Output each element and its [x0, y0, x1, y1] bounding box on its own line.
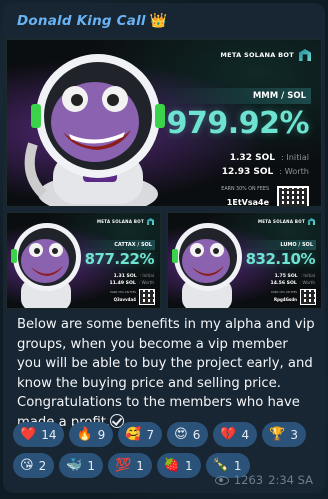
reaction-count: 1 — [185, 458, 193, 473]
reaction-whale[interactable]: 🐳 1 — [59, 453, 104, 478]
initial-label: : Initial — [139, 273, 154, 278]
view-count: 1263 — [233, 473, 264, 487]
crown-icon: 👑 — [149, 13, 168, 29]
hundred-points-icon: 💯 — [115, 458, 132, 473]
media-album[interactable]: META SOLANA BOT MMM / SOL 979.92% 1.32 S… — [6, 39, 322, 309]
message-body: Below are some benefits in my alpha and … — [17, 317, 315, 430]
referral-code: 1EtVsa4e — [226, 198, 269, 207]
reaction-count: 3 — [290, 427, 298, 442]
qr-code-icon — [300, 289, 316, 305]
worth-row: 14.56 SOL : Worth — [271, 280, 316, 286]
initial-value: 1.75 SOL — [274, 274, 298, 279]
broken-heart-icon: 💔 — [220, 427, 237, 442]
referral-code: Q3avv4a4 — [113, 297, 136, 302]
token-pair: CATTAX / SOL — [80, 240, 155, 250]
brand-label: META SOLANA BOT — [257, 219, 305, 224]
worth-label: : Worth — [279, 166, 309, 176]
message-time: 2:34 SA — [268, 473, 313, 487]
brand-label: META SOLANA BOT — [220, 51, 294, 59]
worth-row: 12.93 SOL : Worth — [222, 166, 309, 177]
reaction-count: 2 — [38, 458, 47, 473]
reaction-heart-eyes[interactable]: 😍 6 — [167, 422, 209, 447]
worth-value: 11.49 SOL — [109, 281, 136, 286]
worth-label: : Worth — [299, 280, 315, 285]
profit-percent: 979.92% — [166, 106, 310, 141]
initial-label: : Initial — [300, 273, 315, 278]
message-meta: 1263 2:34 SA — [214, 473, 313, 487]
reaction-fire[interactable]: 🔥 9 — [69, 422, 114, 447]
qr-code-icon — [139, 289, 155, 305]
fire-icon: 🔥 — [76, 427, 93, 442]
reaction-count: 1 — [136, 458, 144, 473]
worth-value: 14.56 SOL — [270, 281, 297, 286]
bot-logo-icon — [308, 218, 315, 225]
worth-label: : Worth — [138, 280, 154, 285]
bot-brand: META SOLANA BOT — [220, 49, 311, 61]
reaction-count: 14 — [41, 427, 57, 442]
reaction-count: 1 — [233, 458, 242, 473]
profit-percent: 832.10% — [245, 250, 316, 268]
reaction-count: 1 — [87, 458, 96, 473]
bot-logo-icon — [147, 218, 154, 225]
initial-row: 1.75 SOL : Initial — [275, 273, 315, 279]
whale-icon: 🐳 — [66, 458, 83, 473]
reaction-trophy[interactable]: 🏆 3 — [262, 422, 306, 447]
reaction-count: 9 — [97, 427, 106, 442]
eye-icon — [214, 475, 229, 485]
initial-value: 1.32 SOL — [229, 153, 275, 163]
smiling-face-hearts-icon: 🥰 — [125, 427, 142, 442]
initial-label: : Initial — [280, 152, 309, 162]
reaction-count: 4 — [241, 427, 250, 442]
reaction-strawberry[interactable]: 🍓 1 — [156, 453, 201, 478]
heart-eyes-icon: 😍 — [174, 427, 188, 442]
sender-name-text: Donald King Call — [17, 13, 146, 29]
astronaut-frog-mascot — [11, 223, 81, 308]
qr-code-icon — [277, 186, 309, 206]
astronaut-frog-mascot — [172, 223, 242, 308]
initial-row: 1.31 SOL : Initial — [114, 273, 154, 279]
reaction-count: 7 — [146, 427, 155, 442]
earn-fees-text: EARN 30% ON FEES — [221, 187, 269, 192]
referral-code: Rpg4Gsdn — [274, 297, 297, 302]
reaction-broken-heart[interactable]: 💔 4 — [213, 422, 258, 447]
sender-name[interactable]: Donald King Call 👑 — [17, 13, 167, 29]
reaction-smiling-hearts[interactable]: 🥰 7 — [118, 422, 163, 447]
trophy-icon: 🏆 — [269, 427, 286, 442]
worth-value: 12.93 SOL — [221, 167, 274, 177]
initial-value: 1.31 SOL — [113, 274, 137, 279]
pnl-card-cattax[interactable]: META SOLANA BOT CATTAX / SOL 877.22% 1.3… — [6, 212, 161, 309]
pnl-card-main[interactable]: META SOLANA BOT MMM / SOL 979.92% 1.32 S… — [6, 39, 322, 207]
reaction-count: 6 — [192, 427, 201, 442]
astronaut-frog-mascot — [24, 54, 165, 206]
reaction-heart[interactable]: ❤️ 14 — [13, 422, 65, 447]
message-bubble[interactable]: Donald King Call 👑 META SOLANA BOT MMM /… — [3, 3, 325, 493]
kissing-face-icon: 😘 — [20, 458, 34, 473]
bot-logo-icon — [299, 49, 311, 61]
message-text: Below are some benefits in my alpha and … — [17, 315, 315, 433]
earn-fees-text: EARN 30% ON FEES — [271, 291, 297, 294]
token-pair: MMM / SOL — [161, 88, 311, 104]
bot-brand: META SOLANA BOT — [258, 218, 315, 225]
pnl-card-lumo[interactable]: META SOLANA BOT LUMO / SOL 832.10% 1.75 … — [167, 212, 322, 309]
token-pair: LUMO / SOL — [241, 240, 316, 250]
strawberry-icon: 🍓 — [163, 458, 181, 473]
heart-icon: ❤️ — [20, 427, 37, 442]
worth-row: 11.49 SOL : Worth — [110, 280, 155, 286]
profit-percent: 877.22% — [84, 250, 155, 268]
reactions-bar: ❤️ 14 🔥 9 🥰 7 😍 6 💔 4 🏆 3 😘 2 🐳 1 💯 1 🍓 1 🍾 1 — [13, 422, 318, 478]
reaction-kiss[interactable]: 😘 2 — [13, 453, 55, 478]
bot-brand: META SOLANA BOT — [97, 218, 154, 225]
initial-row: 1.32 SOL : Initial — [230, 152, 309, 163]
earn-fees-text: EARN 30% ON FEES — [110, 291, 136, 294]
champagne-icon: 🍾 — [212, 458, 229, 473]
reaction-hundred[interactable]: 💯 1 — [108, 453, 152, 478]
brand-label: META SOLANA BOT — [96, 219, 144, 224]
